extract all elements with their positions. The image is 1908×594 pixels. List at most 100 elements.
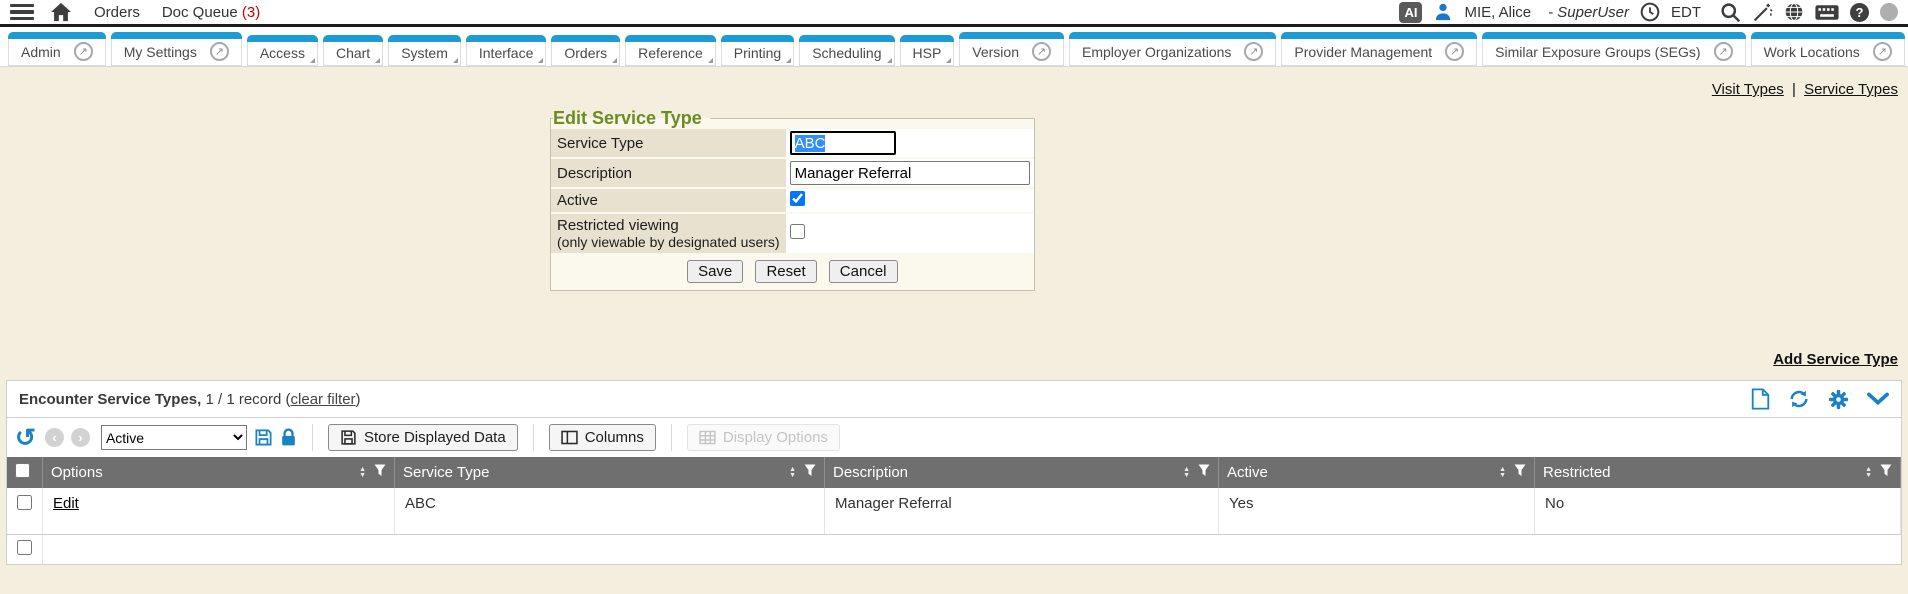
sort-icon[interactable]: ▲▼ [359, 467, 366, 479]
tab-version[interactable]: Version [959, 32, 1064, 66]
wand-icon[interactable] [1752, 2, 1773, 23]
active-checkbox[interactable] [790, 191, 805, 206]
user-role: - SuperUser [1548, 4, 1629, 21]
keyboard-icon[interactable] [1815, 4, 1839, 21]
tab-accent [8, 32, 106, 39]
column-header-service-type[interactable]: Service Type▲▼ [395, 457, 825, 488]
columns-button[interactable]: Columns [549, 424, 656, 451]
add-service-type-row: Add Service Type [0, 351, 1908, 368]
filter-icon[interactable] [1514, 464, 1526, 481]
breadcrumb-separator: | [1792, 81, 1796, 98]
column-header-active[interactable]: Active ▲▼ [1219, 457, 1535, 488]
add-service-type-link[interactable]: Add Service Type [1773, 351, 1898, 368]
restricted-checkbox[interactable] [790, 224, 805, 239]
ai-button[interactable]: AI [1399, 2, 1422, 23]
tab-provider-management[interactable]: Provider Management [1281, 32, 1477, 66]
toolbar-separator [312, 424, 313, 451]
filter-icon[interactable] [374, 464, 386, 481]
tab-label: HSP [913, 45, 942, 61]
tab-orders[interactable]: Orders [551, 35, 620, 66]
gear-icon[interactable] [1828, 389, 1849, 410]
filter-icon[interactable] [804, 464, 816, 481]
clear-filter-link[interactable]: clear filter [291, 391, 356, 408]
row-checkbox[interactable] [17, 495, 32, 510]
tab-reference[interactable]: Reference [625, 35, 716, 66]
tab-label: Scheduling [812, 45, 881, 61]
tab-hsp[interactable]: HSP [900, 35, 955, 66]
tab-access[interactable]: Access [247, 35, 318, 66]
save-button[interactable]: Save [687, 260, 743, 283]
new-document-icon[interactable] [1751, 388, 1770, 410]
refresh-icon[interactable] [1788, 388, 1810, 410]
external-link-icon [74, 42, 93, 61]
select-all-checkbox[interactable] [15, 463, 30, 478]
encounter-service-types-table: Options▲▼Service Type▲▼Description▲▼Acti… [7, 457, 1901, 564]
footer-checkbox[interactable] [17, 540, 32, 555]
menu-item-doc-queue[interactable]: Doc Queue (3) [162, 4, 260, 21]
filter-icon[interactable] [1198, 464, 1210, 481]
table-body: EditABCManager ReferralYesNo [7, 488, 1901, 564]
tab-printing[interactable]: Printing [721, 35, 794, 66]
filter-icon[interactable] [1880, 464, 1892, 481]
tab-body: Employer Organizations [1069, 39, 1276, 66]
chevron-down-icon[interactable] [1867, 392, 1889, 406]
sort-icon[interactable]: ▲▼ [789, 467, 796, 479]
service-types-link[interactable]: Service Types [1804, 81, 1898, 98]
search-icon[interactable] [1720, 2, 1741, 23]
clock-icon[interactable] [1640, 2, 1660, 22]
tab-employer-organizations[interactable]: Employer Organizations [1069, 32, 1276, 66]
external-link-icon [1244, 42, 1263, 61]
tab-admin[interactable]: Admin [8, 32, 106, 66]
sort-icon[interactable]: ▲▼ [1865, 467, 1872, 479]
tab-scheduling[interactable]: Scheduling [799, 35, 894, 66]
cell-description: Manager Referral [825, 488, 1219, 534]
row-select-cell [7, 488, 43, 534]
column-header-description[interactable]: Description▲▼ [825, 457, 1219, 488]
menu-item-orders[interactable]: Orders [94, 4, 140, 21]
column-header-label: Active [1227, 464, 1268, 481]
cell-options: Edit [43, 488, 395, 534]
tab-label: Version [972, 44, 1019, 60]
cancel-button[interactable]: Cancel [829, 260, 898, 283]
help-icon[interactable]: ? [1850, 3, 1869, 22]
reset-button[interactable]: Reset [755, 260, 816, 283]
save-filter-icon[interactable] [254, 428, 273, 447]
edit-link[interactable]: Edit [53, 495, 79, 512]
globe-icon[interactable] [1784, 2, 1804, 22]
sort-icon[interactable]: ▲▼ [1499, 467, 1506, 479]
column-header-options[interactable]: Options▲▼ [43, 457, 395, 488]
doc-queue-count: (3) [238, 4, 261, 21]
service-type-input[interactable]: ABC [790, 131, 896, 155]
column-header-label: Restricted [1543, 464, 1611, 481]
visit-types-link[interactable]: Visit Types [1712, 81, 1784, 98]
column-header-restricted[interactable]: Restricted ▲▼ [1535, 457, 1901, 488]
grid-toolbar: ↺ ‹ › Active Store Displayed Data Column… [7, 418, 1901, 457]
tab-accent [1482, 32, 1745, 39]
hamburger-menu-icon[interactable] [10, 4, 34, 21]
tab-work-locations[interactable]: Work Locations [1751, 32, 1905, 66]
external-link-icon [210, 42, 229, 61]
prev-page-icon[interactable]: ‹ [45, 428, 64, 447]
next-page-icon[interactable]: › [71, 428, 90, 447]
undo-icon[interactable]: ↺ [15, 428, 36, 448]
tab-label: System [401, 45, 448, 61]
timezone-label: EDT [1671, 4, 1701, 21]
home-icon[interactable] [50, 2, 72, 22]
sort-icon[interactable]: ▲▼ [1183, 467, 1190, 479]
toolbar-separator [533, 424, 534, 451]
status-filter-select[interactable]: Active [101, 425, 247, 450]
user-icon[interactable] [1433, 2, 1453, 22]
toolbar-separator [671, 424, 672, 451]
external-link-icon [1714, 42, 1733, 61]
panel-header: Encounter Service Types, 1 / 1 record (c… [7, 381, 1901, 418]
tab-similar-exposure-groups-segs[interactable]: Similar Exposure Groups (SEGs) [1482, 32, 1745, 66]
tab-system[interactable]: System [388, 35, 461, 66]
floppy-icon [340, 429, 357, 446]
description-input[interactable] [790, 161, 1030, 185]
store-displayed-data-button[interactable]: Store Displayed Data [328, 424, 518, 451]
tab-interface[interactable]: Interface [466, 35, 546, 66]
tab-chart[interactable]: Chart [323, 35, 383, 66]
lock-icon[interactable] [280, 428, 297, 447]
tab-my-settings[interactable]: My Settings [111, 32, 242, 66]
tab-bar: AdminMy SettingsAccessChart System Interfa… [0, 27, 1908, 67]
